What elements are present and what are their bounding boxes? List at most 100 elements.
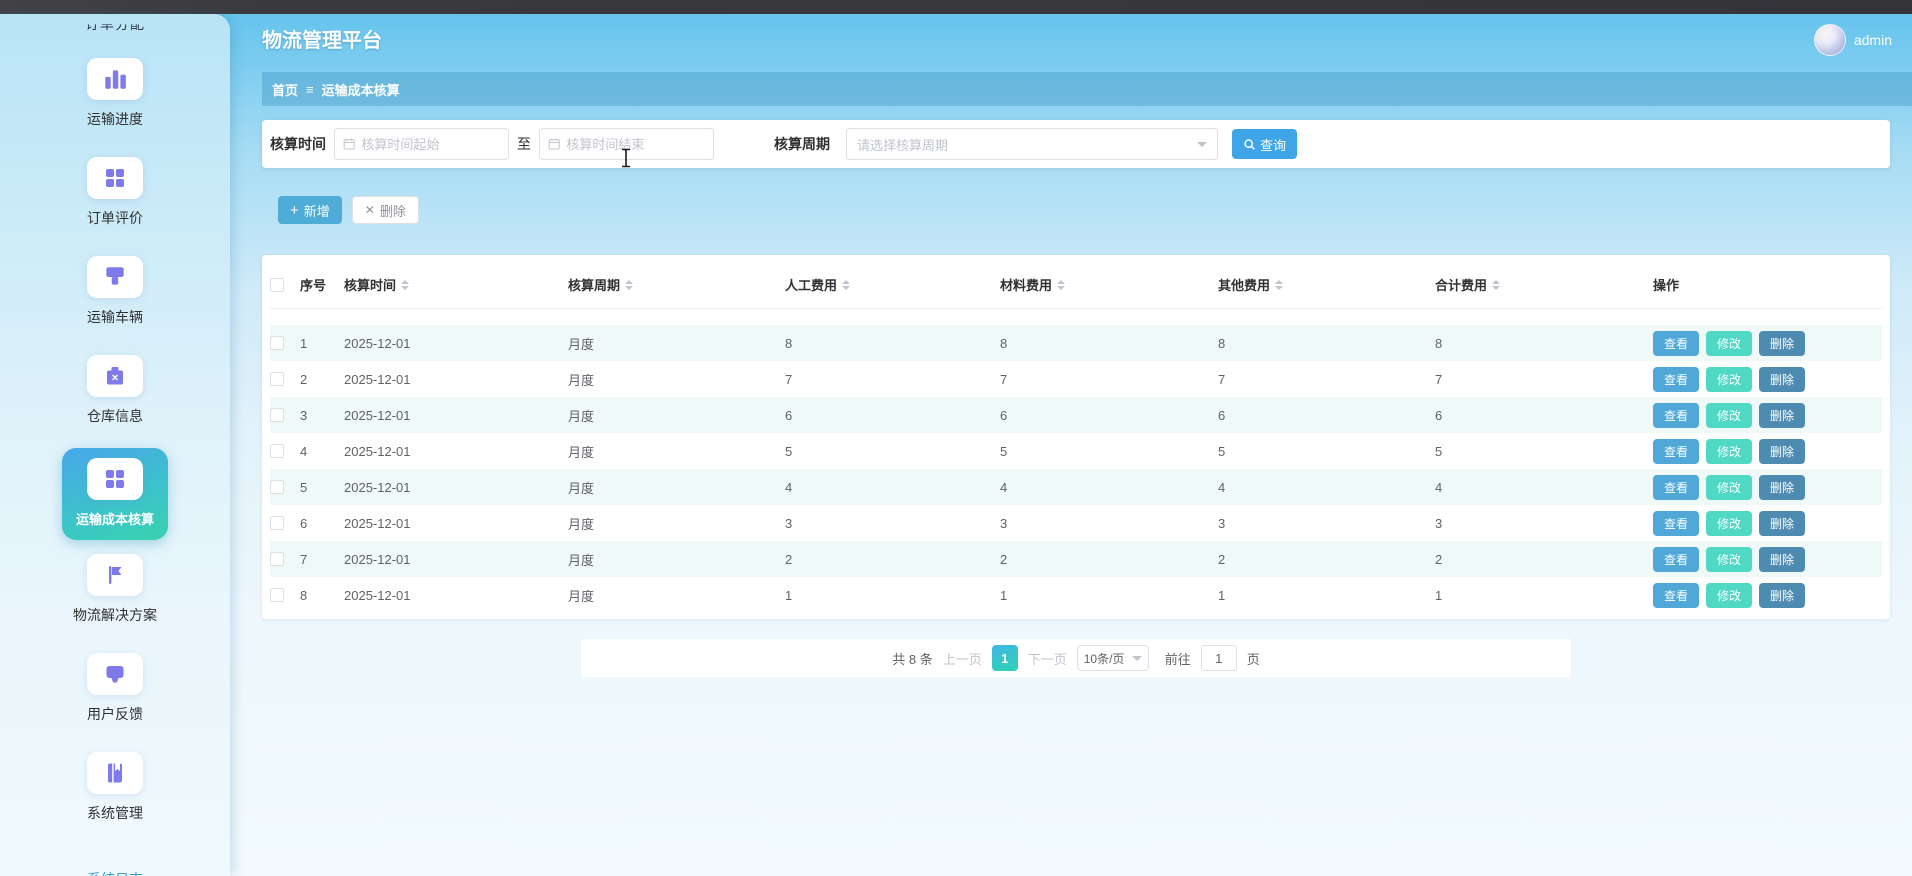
view-button[interactable]: 查看 — [1653, 475, 1699, 500]
goto-page-input[interactable] — [1201, 645, 1237, 671]
edit-button[interactable]: 修改 — [1706, 331, 1752, 356]
toolbar: + 新增 ✕ 删除 — [262, 196, 1890, 224]
column-header: 操作 — [1653, 275, 1882, 294]
view-button[interactable]: 查看 — [1653, 439, 1699, 464]
row-checkbox[interactable] — [270, 408, 284, 422]
time-filter-label: 核算时间 — [270, 134, 326, 154]
sidebar-item-label: 运输车辆 — [87, 307, 143, 327]
table-header-row: 序号核算时间核算周期人工费用材料费用其他费用合计费用操作 — [270, 261, 1882, 309]
add-button[interactable]: + 新增 — [278, 196, 342, 224]
sidebar-item[interactable]: 用户反馈 — [87, 653, 143, 724]
edit-button[interactable]: 修改 — [1706, 475, 1752, 500]
row-checkbox[interactable] — [270, 480, 284, 494]
row-checkbox[interactable] — [270, 588, 284, 602]
column-header[interactable]: 合计费用 — [1435, 275, 1653, 294]
date-start-input[interactable] — [334, 128, 509, 160]
view-button[interactable]: 查看 — [1653, 331, 1699, 356]
checkbox-cell — [270, 444, 300, 458]
delete-row-button[interactable]: 删除 — [1759, 475, 1805, 500]
view-button[interactable]: 查看 — [1653, 403, 1699, 428]
date-end-input[interactable] — [539, 128, 714, 160]
column-header[interactable]: 核算周期 — [568, 275, 785, 294]
avatar[interactable] — [1814, 24, 1846, 56]
table-row: 52025-12-01月度4444查看修改删除 — [270, 469, 1882, 505]
edit-button[interactable]: 修改 — [1706, 511, 1752, 536]
cell-other-cost: 8 — [1218, 336, 1435, 351]
sort-icon[interactable] — [1057, 276, 1065, 294]
sidebar-item[interactable]: 仓库信息 — [87, 355, 143, 426]
sidebar-item[interactable]: 系统管理 — [87, 752, 143, 823]
cell-total-cost: 2 — [1435, 552, 1653, 567]
table-row: 12025-12-01月度8888查看修改删除 — [270, 325, 1882, 361]
checkbox-cell — [270, 552, 300, 566]
table-body: 12025-12-01月度8888查看修改删除22025-12-01月度7777… — [270, 309, 1882, 613]
delete-row-button[interactable]: 删除 — [1759, 439, 1805, 464]
sidebar-item[interactable]: 物流解决方案 — [73, 554, 157, 625]
edit-button[interactable]: 修改 — [1706, 367, 1752, 392]
sort-icon[interactable] — [842, 276, 850, 294]
actions-cell: 查看修改删除 — [1653, 439, 1882, 464]
row-checkbox[interactable] — [270, 444, 284, 458]
sidebar-item[interactable]: 运输进度 — [87, 58, 143, 129]
cell-index: 8 — [300, 588, 344, 603]
cell-material-cost: 5 — [1000, 444, 1218, 459]
page-size-select[interactable]: 10条/页 — [1077, 645, 1149, 671]
view-button[interactable]: 查看 — [1653, 583, 1699, 608]
delete-row-button[interactable]: 删除 — [1759, 583, 1805, 608]
chevron-down-icon — [1197, 142, 1207, 152]
prev-page-button[interactable]: 上一页 — [943, 649, 982, 668]
current-page-button[interactable]: 1 — [992, 645, 1018, 671]
sort-icon[interactable] — [401, 276, 409, 294]
delete-row-button[interactable]: 删除 — [1759, 547, 1805, 572]
view-button[interactable]: 查看 — [1653, 367, 1699, 392]
sidebar-item[interactable]: 订单评价 — [87, 157, 143, 228]
delete-row-button[interactable]: 删除 — [1759, 403, 1805, 428]
edit-button[interactable]: 修改 — [1706, 583, 1752, 608]
checkbox-cell — [270, 408, 300, 422]
row-checkbox[interactable] — [270, 372, 284, 386]
sidebar-item-label: 订单分配 — [85, 14, 145, 34]
delete-row-button[interactable]: 删除 — [1759, 511, 1805, 536]
cell-index: 6 — [300, 516, 344, 531]
row-checkbox[interactable] — [270, 516, 284, 530]
sidebar-item[interactable]: 运输车辆 — [87, 256, 143, 327]
view-button[interactable]: 查看 — [1653, 547, 1699, 572]
edit-button[interactable]: 修改 — [1706, 439, 1752, 464]
edit-button[interactable]: 修改 — [1706, 403, 1752, 428]
delete-button[interactable]: ✕ 删除 — [352, 196, 419, 224]
sidebar-item-label: 用户反馈 — [87, 704, 143, 724]
sort-icon[interactable] — [625, 276, 633, 294]
user-menu[interactable]: admin — [1814, 24, 1892, 56]
edit-button[interactable]: 修改 — [1706, 547, 1752, 572]
search-button[interactable]: 查询 — [1232, 129, 1297, 159]
date-start-field[interactable] — [361, 137, 500, 152]
period-select[interactable]: 请选择核算周期 — [846, 128, 1218, 160]
cell-index: 1 — [300, 336, 344, 351]
sort-icon[interactable] — [1275, 276, 1283, 294]
delete-row-button[interactable]: 删除 — [1759, 367, 1805, 392]
funnel-icon — [87, 256, 143, 298]
next-page-button[interactable]: 下一页 — [1028, 649, 1067, 668]
row-checkbox[interactable] — [270, 336, 284, 350]
bar-chart-icon — [87, 58, 143, 100]
view-button[interactable]: 查看 — [1653, 511, 1699, 536]
cell-date: 2025-12-01 — [344, 552, 568, 567]
column-header[interactable]: 核算时间 — [344, 275, 568, 294]
select-all-checkbox[interactable] — [270, 278, 284, 292]
sort-icon[interactable] — [1492, 276, 1500, 294]
delete-row-button[interactable]: 删除 — [1759, 331, 1805, 356]
sidebar-item-active[interactable]: 运输成本核算 — [62, 448, 168, 540]
breadcrumb-home[interactable]: 首页 — [272, 80, 298, 99]
sidebar-item-clipped[interactable]: 订单分配 — [0, 14, 230, 34]
date-end-field[interactable] — [566, 137, 705, 152]
search-button-label: 查询 — [1260, 135, 1286, 154]
total-count: 共 8 条 — [892, 649, 932, 668]
column-header[interactable]: 其他费用 — [1218, 275, 1435, 294]
table-row: 22025-12-01月度7777查看修改删除 — [270, 361, 1882, 397]
sidebar-footer-link[interactable]: 系统日志 — [87, 869, 143, 876]
checkbox-cell — [270, 480, 300, 494]
column-header[interactable]: 人工费用 — [785, 275, 1000, 294]
column-header[interactable]: 材料费用 — [1000, 275, 1218, 294]
row-checkbox[interactable] — [270, 552, 284, 566]
cell-period: 月度 — [568, 370, 785, 389]
